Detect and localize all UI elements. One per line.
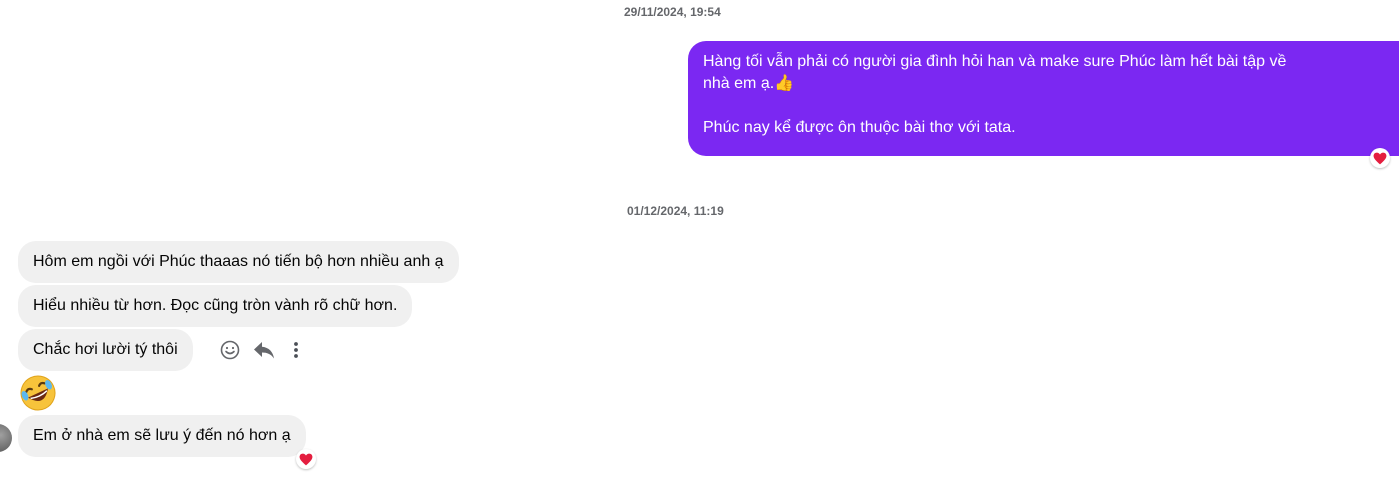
more-options-icon[interactable] (284, 338, 308, 362)
timestamp: 29/11/2024, 19:54 (624, 5, 721, 19)
message-text: nhà em ạ.👍 (703, 75, 795, 92)
chat-thread: 29/11/2024, 19:54 Hàng tối vẫn phải có n… (0, 0, 1399, 480)
incoming-message[interactable]: Em ở nhà em sẽ lưu ý đến nó hơn ạ (18, 415, 306, 457)
heart-icon (1373, 152, 1387, 164)
incoming-message[interactable]: Hôm em ngồi với Phúc thaaas nó tiến bộ h… (18, 241, 459, 283)
incoming-message[interactable]: Hiểu nhiều từ hơn. Đọc cũng tròn vành rõ… (18, 285, 413, 327)
rolling-laughing-emoji-icon[interactable] (18, 373, 58, 413)
heart-reaction[interactable] (296, 449, 316, 469)
react-icon[interactable] (218, 338, 242, 362)
timestamp: 01/12/2024, 11:19 (627, 204, 724, 218)
reply-icon[interactable] (252, 338, 276, 362)
heart-icon (299, 453, 313, 465)
avatar[interactable] (0, 424, 12, 452)
incoming-message[interactable]: Chắc hơi lười tý thôi (18, 329, 193, 371)
heart-reaction[interactable] (1370, 148, 1390, 168)
message-text: Phúc nay kể được ôn thuộc bài thơ với ta… (703, 119, 1016, 136)
line-break (703, 95, 1383, 117)
message-text: Hàng tối vẫn phải có người gia đình hỏi … (703, 53, 1287, 70)
outgoing-message[interactable]: Hàng tối vẫn phải có người gia đình hỏi … (688, 41, 1399, 156)
